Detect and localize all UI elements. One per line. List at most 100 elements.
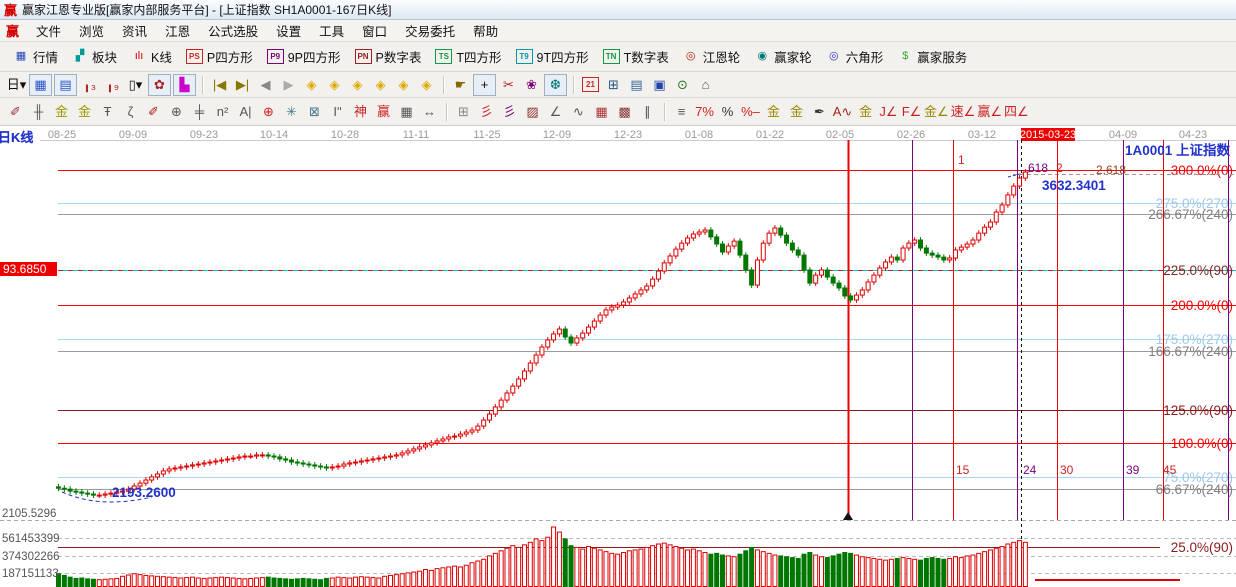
j-angle-icon[interactable]: J∠ <box>878 102 899 122</box>
f-angle-icon[interactable]: F∠ <box>901 102 922 122</box>
parallel-lines-icon[interactable]: ∥ <box>637 102 658 122</box>
toolbar-button-hexagon[interactable]: ◎六角形 <box>819 45 891 68</box>
compress-all-icon[interactable]: ◈ <box>416 75 437 95</box>
wave-tool-icon[interactable]: ❆ <box>544 74 567 96</box>
menu-item-trade-order[interactable]: 交易委托 <box>396 23 464 41</box>
expand-horizontal-icon[interactable]: ◈ <box>347 75 368 95</box>
network-chart-icon[interactable]: ▦ <box>29 74 52 96</box>
menu-item-formula-stock-pick[interactable]: 公式选股 <box>199 23 267 41</box>
compress-horizontal-icon[interactable]: ◈ <box>370 75 391 95</box>
gold-line-icon[interactable]: 金 <box>786 102 807 122</box>
angle-lines-icon[interactable]: ∠ <box>545 102 566 122</box>
next-bar-icon[interactable]: ▶ <box>278 75 299 95</box>
hatch2-icon[interactable]: ╪ <box>189 102 210 122</box>
spiral-icon[interactable]: ζ <box>120 102 141 122</box>
menu-item-news[interactable]: 资讯 <box>113 23 156 41</box>
zigzag-icon[interactable]: ∿ <box>568 102 589 122</box>
red-grid-icon[interactable]: ▦ <box>591 102 612 122</box>
wave-a-icon[interactable]: A∿ <box>832 102 853 122</box>
toolbar-button-quotes[interactable]: ▦行情 <box>6 45 65 68</box>
notepad-icon[interactable]: ▤ <box>626 75 647 95</box>
pattern-icon[interactable]: ✿ <box>148 74 171 96</box>
gold-circle-icon[interactable]: 金 <box>763 102 784 122</box>
square-web-icon[interactable]: ⊠ <box>304 102 325 122</box>
draw-knife-icon[interactable]: ✐ <box>5 102 26 122</box>
menu-item-tools[interactable]: 工具 <box>310 23 353 41</box>
last-bar-icon[interactable]: ▶| <box>232 75 253 95</box>
menu-item-file[interactable]: 文件 <box>27 23 70 41</box>
dense-grid-icon[interactable]: ▩ <box>614 102 635 122</box>
percent7-icon[interactable]: 7% <box>694 102 715 122</box>
menu-item-browse[interactable]: 浏览 <box>70 23 113 41</box>
toolbar-button-t-number-table[interactable]: TNT数字表 <box>596 45 676 68</box>
delete-line-icon[interactable]: ✂ <box>498 75 519 95</box>
width-measure-icon[interactable]: ↔ <box>419 102 440 122</box>
gold-angle2-icon[interactable]: 金∠ <box>924 102 949 122</box>
pen-icon[interactable]: ✒ <box>809 102 830 122</box>
four-angle-icon[interactable]: 四∠ <box>1004 102 1029 122</box>
percent-line-icon[interactable]: %‒ <box>740 102 761 122</box>
toolbar-button-kline[interactable]: ılıK线 <box>124 45 179 68</box>
frame-icon[interactable]: ⊞ <box>453 102 474 122</box>
first-bar-icon[interactable]: |◀ <box>209 75 230 95</box>
gold-square-icon[interactable]: 金 <box>51 102 72 122</box>
speed-angle-icon[interactable]: 速∠ <box>951 102 976 122</box>
calendar-icon[interactable]: 21 <box>580 75 601 95</box>
fan-lines-icon[interactable]: 彡 <box>476 102 497 122</box>
9t-square-label: 9T四方形 <box>537 47 589 66</box>
i-mark-icon[interactable]: Iʺ <box>327 102 348 122</box>
a-line-icon[interactable]: A| <box>235 102 256 122</box>
crosshair-tool-icon[interactable]: + <box>473 74 496 96</box>
gold-angle-icon[interactable]: 金 <box>855 102 876 122</box>
t-line-icon[interactable]: Ŧ <box>97 102 118 122</box>
winner-wheel-icon: ◉ <box>754 49 770 64</box>
chart-9-icon[interactable]: ╻₉ <box>102 75 123 95</box>
menu-item-window[interactable]: 窗口 <box>353 23 396 41</box>
chart-area[interactable]: 08-2509-0909-2310-1410-2811-1111-2512-09… <box>0 126 1236 587</box>
hatch-icon[interactable]: ╫ <box>28 102 49 122</box>
chart-canvas[interactable]: 08-2509-0909-2310-1410-2811-1111-2512-09… <box>0 126 1236 587</box>
toolbar-button-p-square[interactable]: PSP四方形 <box>179 45 260 68</box>
toolbar-button-winner-wheel[interactable]: ◉赢家轮 <box>747 45 819 68</box>
clock-circle-icon[interactable]: ⊕ <box>166 102 187 122</box>
menu-item-help[interactable]: 帮助 <box>464 23 507 41</box>
toolbar-button-p-number-table[interactable]: PNP数字表 <box>348 45 429 68</box>
shen-icon[interactable]: 神 <box>350 102 371 122</box>
web-icon[interactable]: ✳ <box>281 102 302 122</box>
pan-left-icon[interactable]: ◈ <box>301 75 322 95</box>
chart-3-icon[interactable]: ╻₃ <box>79 75 100 95</box>
scale-icon[interactable]: ≡ <box>671 102 692 122</box>
toolbar-button-winner-service[interactable]: $赢家服务 <box>890 45 974 68</box>
gold-square2-icon[interactable]: 金 <box>74 102 95 122</box>
fan-box-icon[interactable]: 彡 <box>499 102 520 122</box>
save-icon[interactable]: ▣ <box>649 75 670 95</box>
histogram-icon[interactable]: ▙ <box>173 74 196 96</box>
fan-square-icon[interactable]: ▨ <box>522 102 543 122</box>
target-icon[interactable]: ⊕ <box>258 102 279 122</box>
pan-right-icon[interactable]: ◈ <box>324 75 345 95</box>
candle-type-dropdown[interactable]: ▯▾ <box>125 75 146 95</box>
calculator-icon[interactable]: ⊞ <box>603 75 624 95</box>
period-daily-dropdown[interactable]: 日▾ <box>6 75 27 95</box>
percent-icon[interactable]: % <box>717 102 738 122</box>
toolbar-button-9p-square[interactable]: P99P四方形 <box>260 45 348 68</box>
prev-bar-icon[interactable]: ◀ <box>255 75 276 95</box>
hand-tool-icon[interactable]: ☛ <box>450 75 471 95</box>
ying-angle-icon[interactable]: 赢∠ <box>977 102 1002 122</box>
toolbar-button-sectors[interactable]: ▞板块 <box>65 45 124 68</box>
gann-tool-icon[interactable]: ❀ <box>521 75 542 95</box>
knife2-icon[interactable]: ✐ <box>143 102 164 122</box>
grid-123-icon[interactable]: ▦ <box>396 102 417 122</box>
toolbar-button-9t-square[interactable]: T99T四方形 <box>509 45 596 68</box>
p-number-table-icon: PN <box>355 49 372 64</box>
quote-doc-icon[interactable]: ▤ <box>54 74 77 96</box>
search-icon[interactable]: ⊙ <box>672 75 693 95</box>
remote-icon[interactable]: ⌂ <box>695 75 716 95</box>
menu-item-settings[interactable]: 设置 <box>267 23 310 41</box>
expand-all-icon[interactable]: ◈ <box>393 75 414 95</box>
toolbar-button-gann-wheel[interactable]: ◎江恩轮 <box>676 45 748 68</box>
menu-item-gann[interactable]: 江恩 <box>156 23 199 41</box>
ying-icon[interactable]: 赢 <box>373 102 394 122</box>
toolbar-button-t-square[interactable]: TST四方形 <box>428 45 508 68</box>
n-square-icon[interactable]: n² <box>212 102 233 122</box>
